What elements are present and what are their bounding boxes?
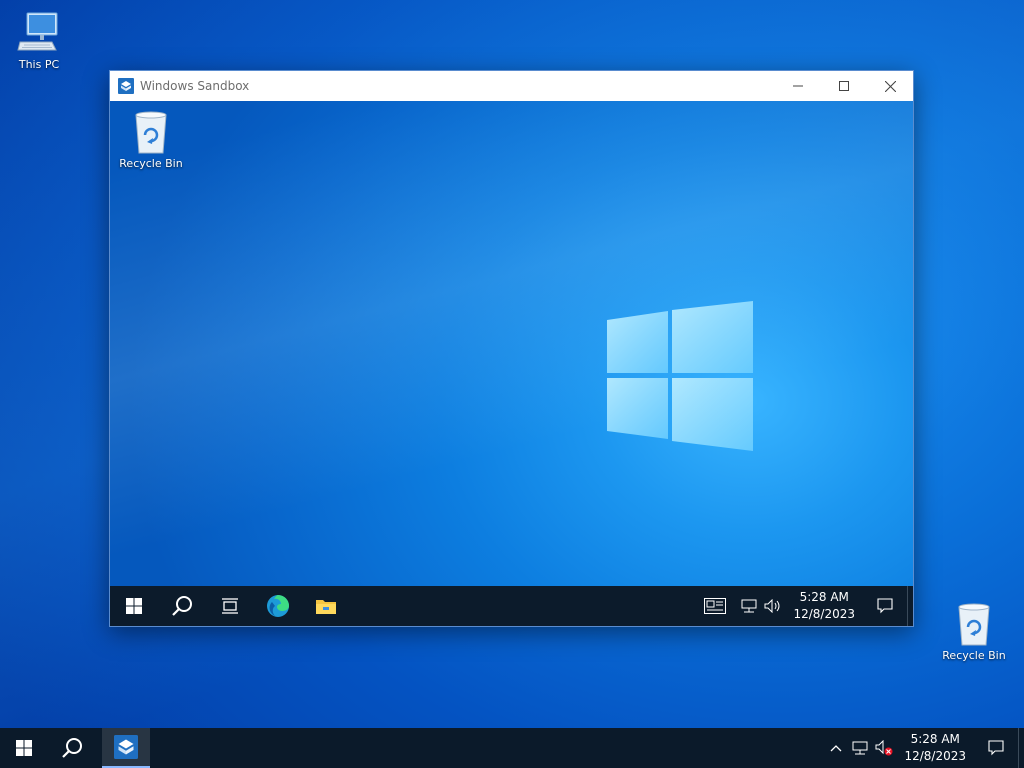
desktop-icon-recycle-bin[interactable]: Recycle Bin [113, 109, 189, 170]
edge-button[interactable] [254, 586, 302, 626]
start-button[interactable] [0, 728, 48, 768]
windows-logo-wallpaper [607, 301, 753, 451]
volume-icon [764, 599, 780, 613]
volume-button[interactable] [761, 586, 785, 626]
desktop-icon-this-pc[interactable]: This PC [1, 10, 77, 71]
news-icon [704, 598, 727, 614]
clock-time: 5:28 AM [799, 590, 849, 604]
sandbox-taskbar: 5:28 AM 12/8/2023 [110, 586, 913, 626]
action-center-button[interactable] [863, 586, 907, 626]
file-explorer-button[interactable] [302, 586, 350, 626]
clock-date: 12/8/2023 [793, 607, 855, 621]
volume-muted-icon [875, 740, 893, 756]
desktop-icon-label: Recycle Bin [119, 157, 183, 170]
task-view-icon [222, 598, 238, 614]
sandbox-desktop[interactable]: Recycle Bin 5:28 AM 12/8/2023 [110, 101, 913, 626]
window-title: Windows Sandbox [140, 79, 250, 93]
taskbar-sandbox-button[interactable] [102, 728, 150, 768]
show-desktop-button[interactable] [907, 586, 913, 626]
desktop-icon-label: This PC [18, 58, 60, 71]
start-button[interactable] [110, 586, 158, 626]
system-tray: 5:28 AM 12/8/2023 [693, 586, 913, 626]
volume-button[interactable] [872, 728, 896, 768]
clock-time: 5:28 AM [910, 732, 960, 746]
news-button[interactable] [693, 586, 737, 626]
maximize-icon [839, 81, 849, 91]
network-button[interactable] [848, 728, 872, 768]
action-center-button[interactable] [974, 728, 1018, 768]
sandbox-wallpaper-beam [110, 101, 913, 587]
search-icon [172, 596, 192, 616]
network-button[interactable] [737, 586, 761, 626]
search-button[interactable] [158, 586, 206, 626]
action-center-icon [877, 598, 893, 614]
chevron-up-icon [831, 745, 842, 752]
minimize-icon [793, 85, 803, 87]
desktop-icon-label: Recycle Bin [942, 649, 1006, 662]
network-icon [741, 599, 757, 613]
task-view-button[interactable] [206, 586, 254, 626]
sandbox-icon [114, 735, 138, 759]
start-icon [16, 740, 32, 756]
maximize-button[interactable] [821, 71, 867, 101]
minimize-button[interactable] [775, 71, 821, 101]
show-desktop-button[interactable] [1018, 728, 1024, 768]
show-hidden-icons-button[interactable] [824, 728, 848, 768]
network-icon [852, 741, 868, 755]
sandbox-icon [118, 78, 134, 94]
clock-date: 12/8/2023 [904, 749, 966, 763]
taskbar-clock[interactable]: 5:28 AM 12/8/2023 [896, 731, 974, 765]
sandbox-titlebar[interactable]: Windows Sandbox [110, 71, 913, 101]
start-icon [126, 598, 142, 614]
host-system-tray: 5:28 AM 12/8/2023 [824, 728, 1024, 768]
file-explorer-icon [316, 600, 336, 614]
desktop-icon-recycle-bin[interactable]: Recycle Bin [936, 601, 1012, 662]
edge-icon [267, 595, 289, 617]
close-icon [884, 80, 896, 92]
taskbar-clock[interactable]: 5:28 AM 12/8/2023 [785, 589, 863, 623]
search-button[interactable] [48, 728, 96, 768]
close-button[interactable] [867, 71, 913, 101]
host-taskbar: 5:28 AM 12/8/2023 [0, 728, 1024, 768]
sandbox-window[interactable]: Windows Sandbox Recycle Bin 5:28 AM 12/8… [109, 70, 914, 627]
recycle-bin-icon [135, 111, 167, 154]
action-center-icon [988, 740, 1004, 756]
recycle-bin-icon [958, 603, 990, 646]
computer-icon [17, 12, 58, 51]
search-icon [62, 738, 82, 758]
